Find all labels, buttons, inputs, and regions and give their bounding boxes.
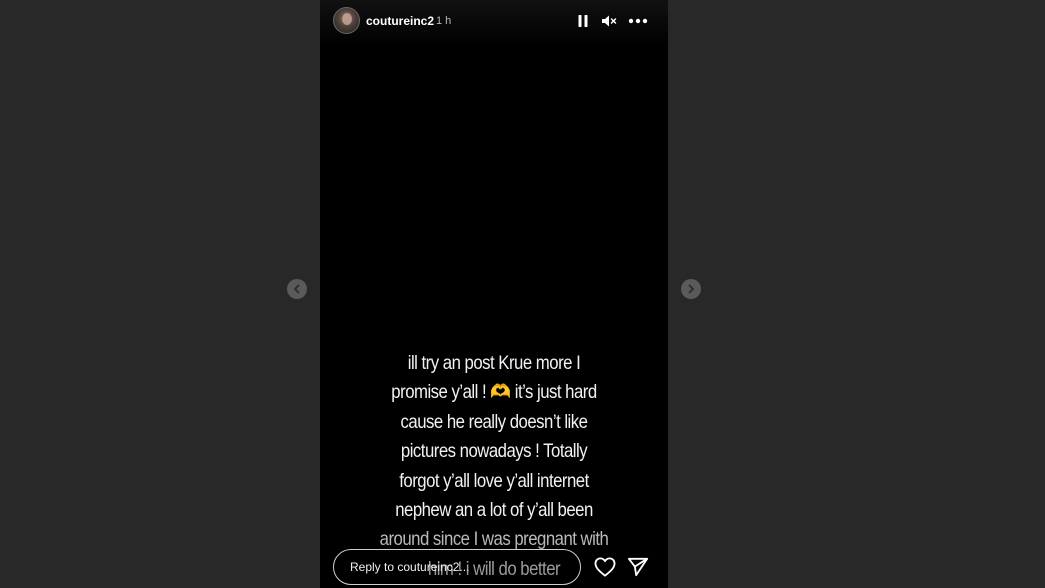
caption-line: pictures nowadays ! Totally [400,440,588,463]
share-button[interactable] [627,556,649,578]
send-icon [628,557,648,577]
previous-story-button[interactable] [287,279,307,299]
story-header: coutureinc2 1 h [320,0,668,42]
reply-placeholder: Reply to coutureinc2... [350,560,470,574]
more-horizontal-icon [628,18,648,24]
next-story-button[interactable] [681,279,701,299]
more-options-button[interactable] [628,12,648,30]
speaker-muted-icon [602,15,617,27]
caption-line: cause he really doesn’t like [400,410,588,433]
caption-line: ill try an post Krue more I [407,352,581,374]
chevron-left-icon [294,284,300,294]
like-button[interactable] [594,556,616,578]
chevron-right-icon [688,284,694,294]
pause-button[interactable] [576,12,590,30]
mute-button[interactable] [600,12,618,30]
caption-line: nephew an a lot of y’all been [395,499,593,522]
caption-line: forgot y’all love y’all internet [399,469,589,492]
story-viewer: coutureinc2 1 h ill try an post Krue mor… [0,0,1045,588]
story-card[interactable]: coutureinc2 1 h ill try an post Krue mor… [320,0,668,588]
username[interactable]: coutureinc2 [366,14,434,28]
avatar[interactable] [333,7,360,34]
post-time: 1 h [436,15,452,27]
heart-icon [594,557,616,577]
pause-icon [578,15,588,27]
caption-line: promise y’all ! 🫶 it’s just hard [391,381,597,404]
reply-input[interactable]: Reply to coutureinc2... [333,549,581,585]
